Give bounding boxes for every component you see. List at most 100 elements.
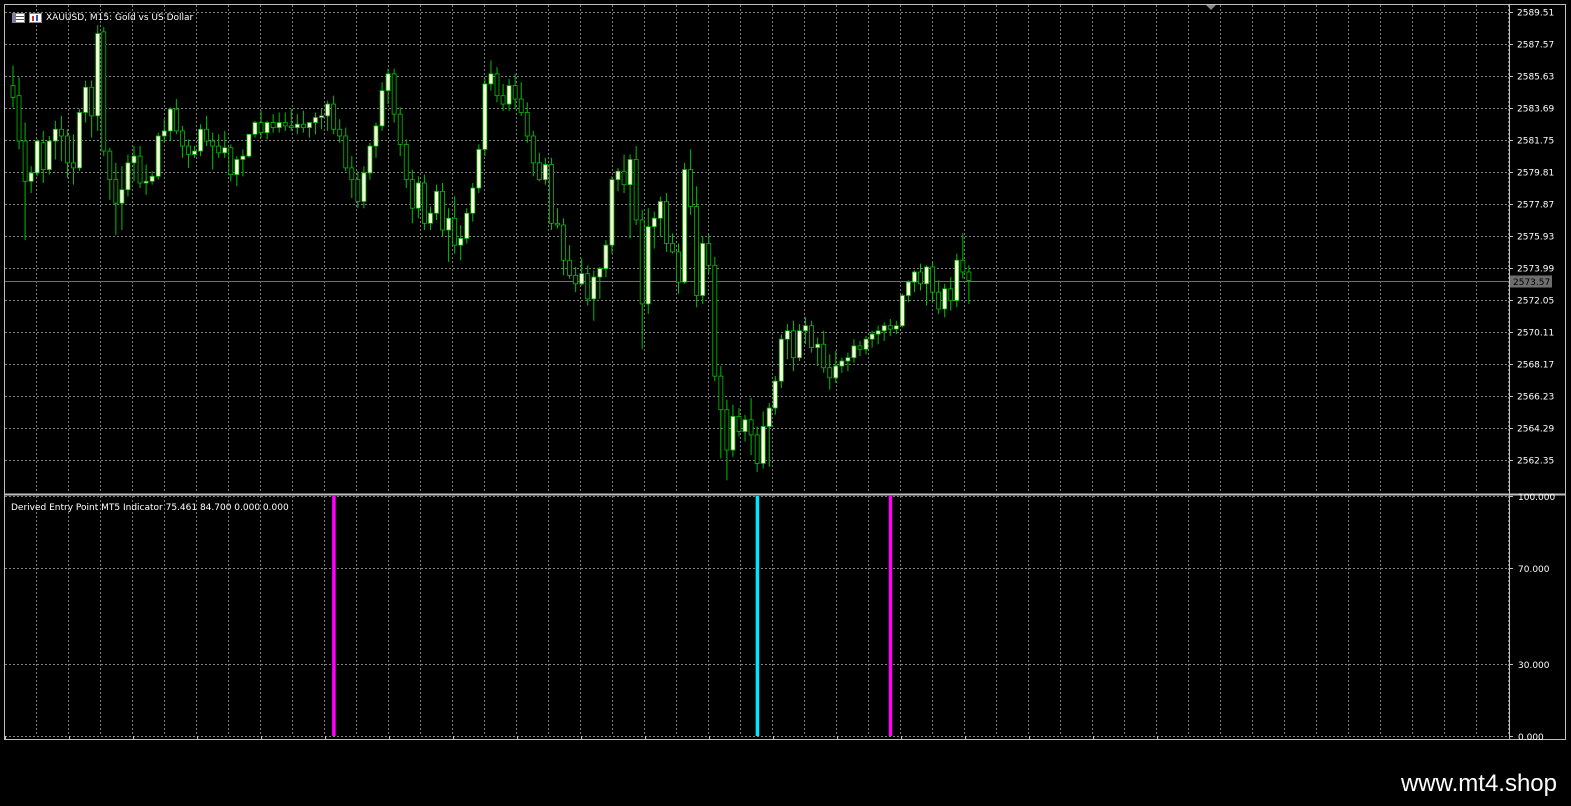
bull-candle [319,115,324,118]
bear-candle [101,31,107,152]
bull-candle [785,330,790,340]
bull-candle [428,212,433,224]
bull-candle [125,162,131,191]
bear-candle [137,155,143,184]
bear-candle [706,243,712,266]
bull-candle [906,281,911,296]
bull-candle [458,238,464,246]
bull-candle [803,325,808,332]
bull-candle [264,122,270,134]
price-tick-label: 2570.11 [1517,329,1554,339]
bear-candle [440,191,445,231]
chart-type-icon[interactable] [29,13,42,23]
bull-candle [373,125,379,147]
bull-candle [778,338,784,382]
bear-candle [688,169,693,207]
bear-candle [948,288,954,301]
bear-candle [639,219,645,305]
bull-candle [482,83,488,150]
bull-candle [682,169,687,283]
bull-candle [912,271,917,283]
bull-candle [924,266,929,285]
level-tick-label: 30.000 [1518,661,1550,671]
chart-window[interactable]: 2589.51 2587.57 2585.63 2583.69 2581.75 2579.… [4,4,1566,740]
bull-candle [869,333,875,340]
bull-candle [379,90,385,127]
bear-candle [573,274,579,285]
signal-bar [332,496,336,736]
price-tick-label: 2587.57 [1517,41,1554,51]
bull-candle [863,338,869,350]
bear-candle [59,128,64,137]
bull-candle [246,133,252,157]
bear-candle [966,271,972,281]
watermark: www.mt4.shop [1400,770,1557,797]
bear-candle [930,266,935,293]
bull-candle [77,112,82,169]
bear-candle [89,86,95,117]
bear-candle [748,419,754,436]
bull-candle [131,155,137,164]
bull-candle [446,217,452,231]
bull-candle [119,189,125,204]
price-tick-label: 2573.99 [1517,265,1554,275]
price-tick-label: 2579.81 [1517,169,1554,179]
bull-candle [192,150,197,155]
bear-candle [676,251,681,283]
bull-candle [506,85,512,105]
bear-candle [918,271,923,285]
bull-candle [167,108,173,132]
price-tick-label: 2581.75 [1517,137,1554,147]
bear-candle [355,179,361,202]
bull-candle [307,122,312,128]
bull-candle [742,419,748,432]
bull-candle [240,155,246,160]
bear-candle [585,273,591,300]
bull-candle [325,103,331,117]
bull-candle [797,330,802,359]
bear-candle [821,343,827,369]
bear-candle [421,182,427,224]
bear-candle [40,142,46,170]
bull-candle [385,73,391,92]
bull-candle [766,407,772,427]
axes: 2589.51 2587.57 2585.63 2583.69 2581.75 2579.… [4,4,1566,740]
bull-candle [954,259,960,301]
bull-candle [845,357,851,362]
bull-candle [476,149,482,189]
price-tick-label: 2577.87 [1517,201,1554,211]
bull-candle [83,86,88,113]
bear-candle [71,162,76,169]
bull-candle [645,226,651,305]
bear-candle [409,179,415,209]
bear-candle [512,85,518,100]
chart-canvas[interactable]: 2589.51 2587.57 2585.63 2583.69 2581.75 2579.… [4,4,1566,740]
bull-candle [942,288,948,310]
bear-candle [857,345,863,350]
level-tick-label: 100.000 [1518,493,1555,503]
bull-candle [294,123,300,128]
bear-candle [270,122,276,128]
bear-candle [736,416,742,432]
bull-candle [52,128,58,142]
bear-candle [621,170,627,186]
bull-candle [470,187,476,214]
bear-candle [452,217,458,246]
bear-candle [754,434,760,464]
candlesticks [10,25,972,481]
bull-candle [149,175,155,182]
bear-candle [960,259,966,273]
signal-bar [755,496,760,736]
bull-candle [851,345,857,359]
bull-candle [543,164,548,181]
bear-candle [107,150,113,181]
chart-list-icon[interactable] [12,13,25,23]
bear-candle [331,103,337,130]
bear-candle [567,259,572,276]
bear-candle [494,73,500,97]
bull-candle [657,201,663,219]
bear-candle [65,135,70,164]
bear-candle [397,113,403,145]
bull-candle [415,182,421,209]
symbol-title-text: XAUUSD, M15: Gold vs US Dollar [46,13,194,23]
